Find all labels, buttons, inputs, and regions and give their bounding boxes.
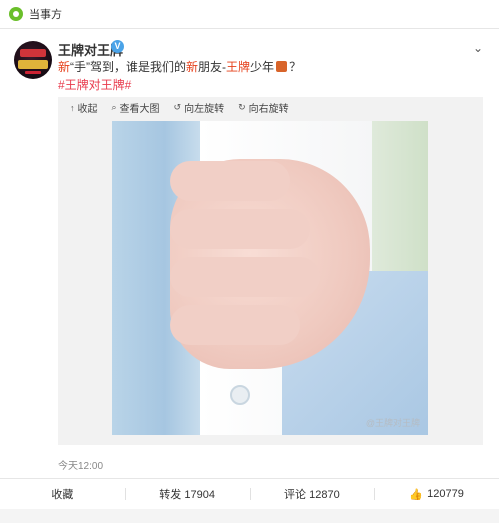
post-text-segment: 少年 — [250, 60, 275, 74]
collect-button[interactable]: 收藏 — [0, 479, 125, 509]
topbar-label: 当事方 — [29, 9, 62, 21]
verified-icon: V — [111, 40, 124, 53]
comment-button[interactable]: 评论 12870 — [249, 479, 375, 509]
location-pin-icon — [9, 7, 23, 21]
action-bar: 收藏 转发 17904 评论 12870 👍 120779 — [0, 479, 499, 509]
post-text-segment: 新 — [58, 60, 71, 74]
topbar: 当事方 — [0, 0, 499, 28]
rotate-left-icon: ↺ — [173, 102, 182, 112]
rotate-left-label: 向左旋转 — [184, 104, 225, 115]
post-timestamp[interactable]: 今天12:00 — [58, 457, 103, 472]
post-text-segment: “手”驾到，谁是我们的 — [70, 60, 187, 74]
post-footer-spacer — [0, 509, 499, 523]
image-finger — [170, 305, 300, 345]
rotate-right-icon: ↻ — [238, 102, 246, 112]
weibo-post: 王牌对王牌 V ⌄ 新“手”驾到，谁是我们的新朋友-王牌少年？ #王牌对王牌# … — [0, 29, 499, 523]
post-text-segment: 王牌 — [226, 60, 251, 74]
chevron-down-icon[interactable]: ⌄ — [473, 41, 483, 55]
avatar-logo-shape — [18, 60, 48, 69]
collapse-button[interactable]: ↑ 收起 — [70, 100, 98, 116]
avatar-logo-shape — [20, 49, 46, 57]
image-finger — [170, 161, 290, 201]
avatar-logo-shape — [25, 71, 41, 74]
like-count: 120779 — [427, 488, 464, 500]
post-text: 新“手”驾到，谁是我们的新朋友-王牌少年？ — [58, 58, 301, 75]
collapse-label: 收起 — [77, 104, 98, 115]
post-text-segment: ？ — [289, 60, 302, 74]
emoji-icon — [276, 61, 288, 72]
post-image[interactable]: @王牌对王牌 — [112, 121, 428, 435]
post-text-segment: 新 — [186, 60, 199, 74]
image-shirt-button — [230, 385, 250, 405]
avatar[interactable] — [14, 41, 52, 79]
magnify-icon: ⌕ — [111, 102, 117, 112]
post-text-segment: 朋友- — [198, 60, 227, 74]
view-large-label: 查看大图 — [119, 104, 160, 115]
rotate-left-button[interactable]: ↺ 向左旋转 — [174, 100, 225, 115]
comment-label: 评论 12870 — [284, 489, 340, 501]
view-large-button[interactable]: ⌕ 查看大图 — [112, 100, 160, 115]
repost-label: 转发 17904 — [159, 489, 215, 501]
rotate-right-button[interactable]: ↻ 向右旋转 — [238, 100, 289, 115]
media-panel: ↑ 收起 ⌕ 查看大图 ↺ 向左旋转 ↻ 向右旋转 @王牌对王牌 — [58, 97, 483, 445]
repost-button[interactable]: 转发 17904 — [124, 479, 250, 509]
image-finger — [170, 257, 320, 297]
collapse-icon: ↑ — [70, 102, 75, 113]
media-toolbar: ↑ 收起 ⌕ 查看大图 ↺ 向左旋转 ↻ 向右旋转 — [70, 100, 289, 115]
rotate-right-label: 向右旋转 — [248, 104, 289, 115]
hashtag-link[interactable]: #王牌对王牌# — [58, 76, 131, 93]
image-finger — [170, 209, 310, 249]
collect-label: 收藏 — [51, 489, 74, 501]
like-button[interactable]: 👍 120779 — [374, 479, 499, 509]
image-watermark: @王牌对王牌 — [365, 418, 420, 428]
thumbs-up-icon: 👍 — [409, 488, 424, 501]
